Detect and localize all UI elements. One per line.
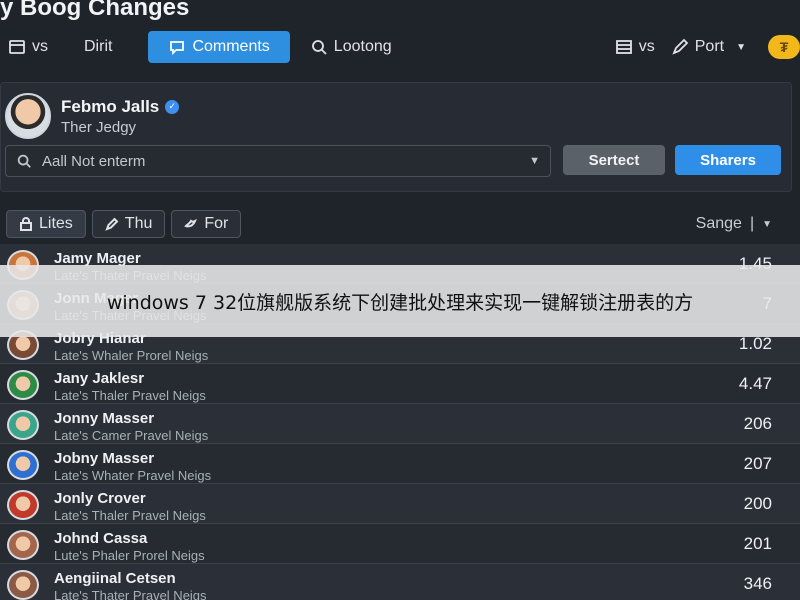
pencil-icon: [105, 217, 119, 231]
chevron-down-icon[interactable]: ▼: [529, 155, 540, 167]
avatar[interactable]: [7, 410, 39, 440]
row-value: 206: [743, 414, 772, 433]
chevron-down-icon: ▼: [736, 41, 746, 53]
search-icon: [311, 40, 327, 55]
lock-icon: [20, 217, 32, 231]
avatar[interactable]: [7, 570, 39, 600]
list-item[interactable]: Aengiinal Cetsen Late's Thater Pravel Nei…: [0, 564, 800, 600]
row-subtitle: Late's Whaler Prorel Neigs: [54, 348, 209, 363]
nav-item-label: Lootong: [333, 38, 392, 55]
avatar[interactable]: [7, 370, 39, 400]
nav-item-label: vs: [638, 38, 655, 55]
row-value: 346: [743, 574, 772, 593]
list-item[interactable]: Jonny Masser Late's Camer Pravel Neigs 206: [0, 404, 800, 444]
chevron-down-icon: ▼: [762, 218, 772, 230]
search-icon: [17, 154, 31, 168]
row-name: Johnd Cassa: [54, 530, 148, 547]
row-value: 201: [743, 534, 772, 553]
filter-bar: Lites Thu For Sange | ▼: [0, 208, 800, 240]
row-name: Jobny Masser: [54, 450, 155, 467]
share-button[interactable]: Sharers: [675, 145, 781, 175]
chip-label: Thu: [124, 215, 153, 232]
calendar-icon: [9, 40, 25, 54]
row-value: 207: [743, 454, 772, 473]
app-window: y Boog Changes vs Dirit Comments Lootong…: [0, 0, 800, 600]
row-value: 1.02: [738, 334, 772, 353]
profile-name: Febmo Jalls: [61, 96, 160, 116]
row-subtitle: Late's Whater Pravel Neigs: [54, 468, 212, 483]
avatar[interactable]: [7, 450, 39, 480]
row-subtitle: Lute's Phaler Prorel Neigs: [54, 548, 205, 563]
row-subtitle: Late's Thaler Pravel Neigs: [54, 388, 206, 403]
verified-icon: ✓: [165, 99, 180, 114]
avatar[interactable]: [5, 93, 51, 139]
row-name: Jonly Crover: [54, 490, 146, 507]
filter-chip-for[interactable]: For: [171, 210, 242, 238]
search-input[interactable]: Aall Not enterm ▼: [5, 145, 551, 177]
profile-panel: Febmo Jalls ✓ Ther Jedgy Aall Not enterm…: [0, 82, 792, 192]
chip-label: Lites: [39, 215, 73, 232]
profile-header: Febmo Jalls ✓ Ther Jedgy: [5, 93, 180, 139]
nav-item-label: vs: [32, 38, 48, 55]
row-name: Aengiinal Cetsen: [54, 570, 176, 587]
row-name: Jany Jaklesr: [54, 370, 145, 387]
row-subtitle: Late's Thater Pravel Neigs: [54, 588, 207, 600]
row-name: Jonny Masser: [54, 410, 155, 427]
coin-badge[interactable]: ₮: [768, 35, 800, 59]
nav-item-vs[interactable]: vs: [0, 31, 56, 63]
page-title: y Boog Changes: [0, 0, 190, 21]
nav-item-list-vs[interactable]: vs: [607, 31, 663, 63]
top-navigation: vs Dirit Comments Lootong vs Port ▼ ₮: [0, 30, 800, 64]
divider: |: [749, 215, 755, 232]
tab-comments[interactable]: Comments: [148, 31, 290, 63]
comment-icon: [170, 41, 185, 56]
nav-item-lootong[interactable]: Lootong: [302, 31, 400, 63]
row-value: 200: [743, 494, 772, 513]
filter-chip-thu[interactable]: Thu: [91, 210, 166, 238]
overlay-banner: windows 7 32位旗舰版系统下创建批处理来实现一键解锁注册表的方: [0, 265, 800, 337]
search-placeholder: Aall Not enterm: [42, 152, 146, 170]
sort-label: Sange: [695, 215, 742, 232]
filter-chip-lites[interactable]: Lites: [6, 210, 86, 238]
chip-label: For: [204, 215, 229, 232]
select-button[interactable]: Sertect: [563, 145, 665, 175]
sort-dropdown[interactable]: Sange | ▼: [696, 215, 772, 233]
bird-icon: [184, 218, 198, 228]
list-item[interactable]: Jany Jaklesr Late's Thaler Pravel Neigs 4.…: [0, 364, 800, 404]
avatar[interactable]: [7, 490, 39, 520]
nav-item-label: Dirit: [84, 38, 113, 55]
row-subtitle: Late's Thaler Pravel Neigs: [54, 508, 206, 523]
list-item[interactable]: Jobny Masser Late's Whater Pravel Neigs 20…: [0, 444, 800, 484]
avatar[interactable]: [7, 530, 39, 560]
nav-item-dirit[interactable]: Dirit: [76, 31, 120, 63]
list-icon: [615, 40, 632, 54]
profile-subtitle: Ther Jedgy: [61, 118, 137, 136]
nav-item-port[interactable]: Port ▼: [663, 31, 758, 63]
row-value: 4.47: [738, 374, 772, 393]
pencil-icon: [672, 38, 689, 55]
list-item[interactable]: Jonly Crover Late's Thaler Pravel Neigs 20…: [0, 484, 800, 524]
nav-item-label: Port: [694, 38, 725, 55]
list-item[interactable]: Johnd Cassa Lute's Phaler Prorel Neigs 201: [0, 524, 800, 564]
nav-item-label: Comments: [192, 38, 270, 55]
banner-text: windows 7 32位旗舰版系统下创建批处理来实现一键解锁注册表的方: [106, 291, 694, 314]
row-subtitle: Late's Camer Pravel Neigs: [54, 428, 209, 443]
